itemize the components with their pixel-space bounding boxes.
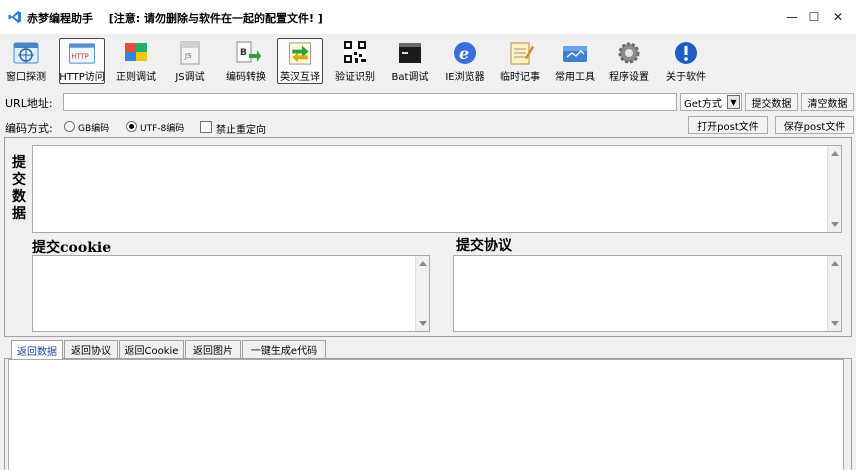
vertical-scrollbar[interactable] <box>827 256 841 331</box>
toolbar-js-debug[interactable]: JS JS调试 <box>170 38 210 84</box>
submit-data-title: 提交数据 <box>12 155 26 222</box>
toolbar-label: HTTP访问 <box>59 72 105 83</box>
open-post-file-button[interactable]: 打开post文件 <box>688 116 768 134</box>
tab-generate-e-code[interactable]: 一键生成e代码 <box>242 340 326 358</box>
close-button[interactable]: ✕ <box>824 0 852 34</box>
submit-data-button[interactable]: 提交数据 <box>745 93 798 111</box>
toolbar-label: 程序设置 <box>609 72 649 83</box>
no-redirect-checkbox[interactable] <box>200 121 212 133</box>
no-redirect-label: 禁止重定向 <box>216 125 266 136</box>
toolbar-captcha-recognize[interactable]: 验证识别 <box>332 38 378 84</box>
toolbar-translate[interactable]: 英汉互译 <box>277 38 323 84</box>
http-access-icon: HTTP <box>69 43 95 64</box>
clear-data-button[interactable]: 清空数据 <box>801 93 854 111</box>
encoding-convert-icon: B <box>236 41 261 63</box>
toolbar-label: 窗口探测 <box>6 72 46 83</box>
scroll-up-icon[interactable] <box>419 261 427 266</box>
submit-protocol-title: 提交协议 <box>456 238 512 254</box>
regex-debug-icon <box>125 43 147 61</box>
toolbar-label: Bat调试 <box>391 72 429 83</box>
toolbar-encoding-convert[interactable]: B 编码转换 <box>223 38 269 84</box>
toolbar-label: IE浏览器 <box>445 72 485 83</box>
toolbar-bat-debug[interactable]: Bat调试 <box>388 38 432 84</box>
svg-text:JS: JS <box>184 52 192 60</box>
svg-text:B: B <box>240 48 247 58</box>
toolbar-http-access[interactable]: HTTP HTTP访问 <box>59 38 105 84</box>
minimize-icon: — <box>786 10 798 24</box>
app-name: 赤梦编程助手 <box>27 12 93 25</box>
submit-cookie-textarea[interactable] <box>32 255 430 332</box>
gb-encoding-label: GB编码 <box>78 124 110 134</box>
submit-data-textarea[interactable] <box>32 145 842 233</box>
svg-text:HTTP: HTTP <box>71 52 88 60</box>
toolbar-label: 验证识别 <box>335 72 375 83</box>
gb-encoding-radio[interactable] <box>64 121 75 132</box>
about-info-icon <box>675 42 697 64</box>
bat-terminal-icon <box>399 43 421 63</box>
method-value: Get方式 <box>684 98 722 110</box>
toolbar-label: 关于软件 <box>666 72 706 83</box>
utf8-encoding-radio[interactable] <box>126 121 137 132</box>
save-post-file-button[interactable]: 保存post文件 <box>775 116 854 134</box>
ie-browser-icon: e <box>454 42 476 64</box>
toolbar-regex-debug[interactable]: 正则调试 <box>114 38 158 84</box>
toolbar-notepad[interactable]: 临时记事 <box>497 38 543 84</box>
scroll-up-icon[interactable] <box>831 151 839 156</box>
return-data-textarea[interactable] <box>8 359 844 470</box>
scroll-down-icon[interactable] <box>831 321 839 326</box>
submit-cookie-title: 提交cookie <box>32 240 112 256</box>
toolbar-label: 临时记事 <box>500 72 540 83</box>
tab-return-data[interactable]: 返回数据 <box>11 340 63 359</box>
method-select[interactable]: Get方式 ▼ <box>680 93 742 111</box>
toolbar-label: JS调试 <box>175 72 205 83</box>
scroll-up-icon[interactable] <box>831 261 839 266</box>
toolbar-ie-browser[interactable]: e IE浏览器 <box>442 38 488 84</box>
chevron-down-icon[interactable]: ▼ <box>727 95 740 109</box>
toolbox-icon <box>563 46 587 62</box>
toolbar-label: 正则调试 <box>116 72 156 83</box>
maximize-icon: ☐ <box>808 10 820 24</box>
qr-code-icon <box>344 41 366 63</box>
vertical-scrollbar[interactable] <box>827 146 841 232</box>
tab-return-protocol[interactable]: 返回协议 <box>64 340 118 358</box>
url-label: URL地址: <box>5 97 53 110</box>
translate-icon <box>288 42 312 65</box>
toolbar-label: 常用工具 <box>555 72 595 83</box>
tab-return-image[interactable]: 返回图片 <box>185 340 241 358</box>
close-icon: ✕ <box>832 10 844 24</box>
toolbar-window-probe[interactable]: 窗口探测 <box>4 38 48 84</box>
config-notice: [注意: 请勿删除与软件在一起的配置文件! ] <box>108 12 323 25</box>
url-input[interactable] <box>63 93 677 111</box>
toolbar-common-tools[interactable]: 常用工具 <box>552 38 598 84</box>
app-logo-icon <box>8 11 21 23</box>
js-debug-icon: JS <box>180 41 200 65</box>
svg-text:e: e <box>459 44 469 63</box>
utf8-encoding-label: UTF-8编码 <box>140 124 185 134</box>
encoding-label: 编码方式: <box>5 122 53 135</box>
toolbar-label: 编码转换 <box>226 72 266 83</box>
submit-protocol-textarea[interactable] <box>453 255 842 332</box>
toolbar-program-settings[interactable]: 程序设置 <box>606 38 652 84</box>
vertical-scrollbar[interactable] <box>415 256 429 331</box>
scroll-down-icon[interactable] <box>419 321 427 326</box>
toolbar-label: 英汉互译 <box>280 72 320 83</box>
window-probe-icon <box>13 42 39 64</box>
notepad-icon <box>510 42 534 65</box>
settings-gear-icon <box>618 42 640 64</box>
tab-return-cookie[interactable]: 返回Cookie <box>119 340 184 358</box>
toolbar-about[interactable]: 关于软件 <box>663 38 709 84</box>
window-title: 赤梦编程助手 [注意: 请勿删除与软件在一起的配置文件! ] <box>27 10 323 26</box>
scroll-down-icon[interactable] <box>831 222 839 227</box>
